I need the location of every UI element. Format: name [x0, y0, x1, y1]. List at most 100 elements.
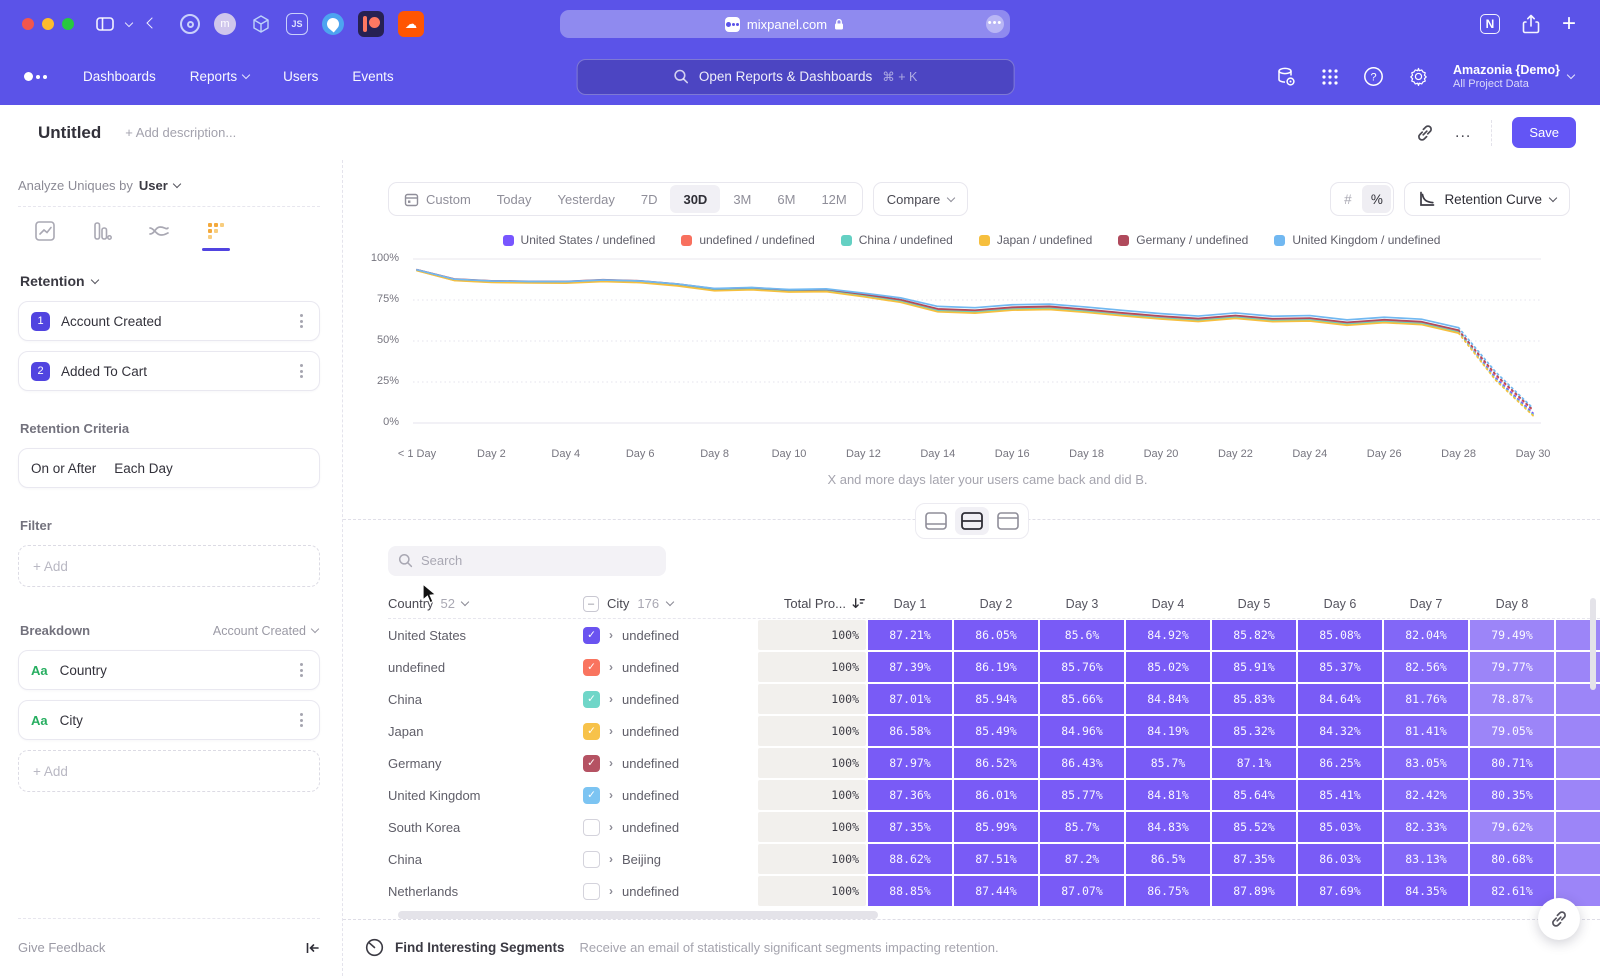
- day-cell[interactable]: 84.81%: [1126, 780, 1210, 810]
- expand-row-icon[interactable]: ›: [609, 660, 613, 674]
- country-cell[interactable]: Japan: [388, 724, 583, 739]
- day-cell[interactable]: 84.96%: [1040, 716, 1124, 746]
- day-cell[interactable]: 85.99%: [954, 812, 1038, 842]
- day-column-header[interactable]: Day 3: [1040, 597, 1124, 611]
- day-cell[interactable]: 86.19%: [954, 652, 1038, 682]
- country-cell[interactable]: Netherlands: [388, 884, 583, 899]
- expand-row-icon[interactable]: ›: [609, 756, 613, 770]
- day-cell[interactable]: 81.76%: [1384, 684, 1468, 714]
- day-cell[interactable]: 85.41%: [1298, 780, 1382, 810]
- day-column-header[interactable]: Day 1: [868, 597, 952, 611]
- date-range-today[interactable]: Today: [484, 185, 545, 213]
- day-cell[interactable]: 87.21%: [868, 620, 952, 650]
- day-cell[interactable]: 87.51%: [954, 844, 1038, 874]
- nav-item-events[interactable]: Events: [352, 69, 393, 84]
- country-cell[interactable]: Germany: [388, 756, 583, 771]
- country-cell[interactable]: United Kingdom: [388, 788, 583, 803]
- day-cell[interactable]: 84.64%: [1298, 684, 1382, 714]
- day-cell[interactable]: 85.32%: [1212, 716, 1296, 746]
- bird-extension-icon[interactable]: [322, 13, 344, 35]
- expand-row-icon[interactable]: ›: [609, 724, 613, 738]
- retention-section-header[interactable]: Retention: [20, 273, 320, 289]
- analyze-entity-dropdown[interactable]: User: [139, 178, 180, 193]
- select-all-checkbox[interactable]: –: [583, 596, 599, 612]
- day-cell[interactable]: 87.97%: [868, 748, 952, 778]
- day-cell[interactable]: 79.77%: [1470, 652, 1554, 682]
- day-cell[interactable]: 87.35%: [1212, 844, 1296, 874]
- nav-item-reports[interactable]: Reports: [190, 69, 249, 84]
- day-cell[interactable]: 83.05%: [1384, 748, 1468, 778]
- global-search-button[interactable]: Open Reports & Dashboards ⌘ + K: [577, 59, 1015, 95]
- layout-chart-only-button[interactable]: [919, 507, 953, 535]
- day-cell[interactable]: 85.7%: [1040, 812, 1124, 842]
- expand-row-icon[interactable]: ›: [609, 788, 613, 802]
- date-range-yesterday[interactable]: Yesterday: [545, 185, 628, 213]
- expand-row-icon[interactable]: ›: [609, 692, 613, 706]
- day-cell[interactable]: 84.83%: [1126, 812, 1210, 842]
- day-cell[interactable]: 86.01%: [954, 780, 1038, 810]
- day-cell[interactable]: 85.91%: [1212, 652, 1296, 682]
- day-cell[interactable]: 85.83%: [1212, 684, 1296, 714]
- target-extension-icon[interactable]: [180, 14, 200, 34]
- day-cell[interactable]: 87.1%: [1212, 748, 1296, 778]
- day-cell[interactable]: 79.62%: [1470, 812, 1554, 842]
- day-column-header[interactable]: Day 7: [1384, 597, 1468, 611]
- close-window-button[interactable]: [22, 18, 34, 30]
- column-header-city[interactable]: – City 176: [583, 596, 758, 612]
- apps-grid-icon[interactable]: [1321, 68, 1339, 86]
- criteria-on-or-after[interactable]: On or After: [31, 461, 96, 476]
- day-column-header[interactable]: Day 6: [1298, 597, 1382, 611]
- minimize-window-button[interactable]: [42, 18, 54, 30]
- expand-row-icon[interactable]: ›: [609, 852, 613, 866]
- country-cell[interactable]: South Korea: [388, 820, 583, 835]
- compare-button[interactable]: Compare: [873, 182, 968, 216]
- expand-row-icon[interactable]: ›: [609, 884, 613, 898]
- back-icon[interactable]: [148, 22, 156, 27]
- retention-step-2[interactable]: 2 Added To Cart: [18, 351, 320, 391]
- day-cell[interactable]: 85.94%: [954, 684, 1038, 714]
- project-switcher[interactable]: Amazonia {Demo} All Project Data: [1453, 63, 1574, 90]
- day-cell[interactable]: 85.76%: [1040, 652, 1124, 682]
- day-cell[interactable]: 87.39%: [868, 652, 952, 682]
- day-cell[interactable]: 85.37%: [1298, 652, 1382, 682]
- step-options-icon[interactable]: [296, 310, 307, 332]
- legend-item[interactable]: undefined / undefined: [681, 233, 814, 247]
- day-cell[interactable]: 80.35%: [1470, 780, 1554, 810]
- breakdown-options-icon[interactable]: [296, 709, 307, 731]
- day-cell[interactable]: 86.25%: [1298, 748, 1382, 778]
- row-checkbox[interactable]: ✓: [583, 691, 600, 708]
- segments-footer-title[interactable]: Find Interesting Segments: [395, 940, 565, 955]
- day-cell[interactable]: 85.6%: [1040, 620, 1124, 650]
- row-checkbox[interactable]: ✓: [583, 787, 600, 804]
- day-cell[interactable]: 84.19%: [1126, 716, 1210, 746]
- horizontal-scrollbar[interactable]: [398, 911, 878, 919]
- copy-link-icon[interactable]: [1415, 123, 1435, 143]
- tab-flows[interactable]: [144, 220, 174, 251]
- patreon-extension-icon[interactable]: [358, 11, 384, 37]
- chevron-down-icon[interactable]: [126, 23, 132, 26]
- column-header-total[interactable]: Total Pro...: [758, 596, 866, 611]
- day-cell[interactable]: 87.07%: [1040, 876, 1124, 906]
- day-cell[interactable]: 84.92%: [1126, 620, 1210, 650]
- step-options-icon[interactable]: [296, 360, 307, 382]
- day-cell[interactable]: 84.32%: [1298, 716, 1382, 746]
- legend-item[interactable]: Japan / undefined: [979, 233, 1092, 247]
- row-checkbox[interactable]: ✓: [583, 723, 600, 740]
- table-search-input[interactable]: [421, 553, 641, 568]
- retention-curve-plot[interactable]: [405, 253, 1545, 441]
- add-filter-button[interactable]: + Add: [18, 545, 320, 587]
- day-cell[interactable]: 83.13%: [1384, 844, 1468, 874]
- day-cell[interactable]: 87.36%: [868, 780, 952, 810]
- day-cell[interactable]: 85.7%: [1126, 748, 1210, 778]
- day-cell[interactable]: 85.03%: [1298, 812, 1382, 842]
- day-column-header[interactable]: Day 8: [1470, 597, 1554, 611]
- day-cell[interactable]: 86.5%: [1126, 844, 1210, 874]
- report-title[interactable]: Untitled: [38, 123, 101, 143]
- day-cell[interactable]: 80.71%: [1470, 748, 1554, 778]
- row-checkbox[interactable]: ✓: [583, 627, 600, 644]
- day-cell[interactable]: 85.82%: [1212, 620, 1296, 650]
- day-cell[interactable]: 84.35%: [1384, 876, 1468, 906]
- day-cell[interactable]: 86.52%: [954, 748, 1038, 778]
- retention-step-1[interactable]: 1 Account Created: [18, 301, 320, 341]
- day-cell[interactable]: 85.02%: [1126, 652, 1210, 682]
